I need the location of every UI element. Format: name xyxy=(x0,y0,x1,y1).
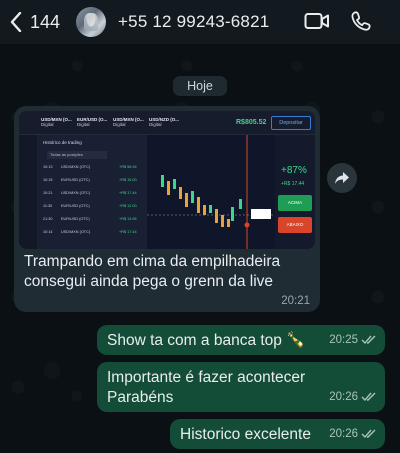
unread-count: 144 xyxy=(30,11,61,32)
history-row: 21:30 EUR/USD (OTC) +R$ 13.96 xyxy=(43,217,137,221)
outgoing-message[interactable]: Show ta com a banca top 🍾 20:25 xyxy=(97,325,385,355)
avatar[interactable] xyxy=(76,7,107,37)
trading-history-panel: Histórico de trading Todas as posições 1… xyxy=(37,135,147,249)
trading-topbar: USD/MXN (O... Digital EUR/USD (O... Digita… xyxy=(19,111,315,135)
message-meta: 20:26 xyxy=(329,424,377,444)
forward-icon xyxy=(335,172,349,184)
trading-balance: R$805.52 xyxy=(236,119,267,126)
message-text: Historico excelente xyxy=(180,426,311,443)
history-title: Histórico de trading xyxy=(43,140,82,145)
trading-up-button: ACIMA xyxy=(278,195,312,211)
message-time: 20:26 xyxy=(329,428,358,440)
history-filter: Todas as posições xyxy=(47,151,107,159)
history-row: 11:30 EUR/USD (OTC) +R$ 12.00 xyxy=(43,204,137,208)
contact-name[interactable]: +55 12 99243-6821 xyxy=(118,12,269,32)
forward-button[interactable] xyxy=(327,163,357,193)
message-time: 20:26 xyxy=(329,391,358,403)
chat-header: 144 +55 12 99243-6821 xyxy=(0,0,400,44)
trading-tab: USD/MXN (O... Digital xyxy=(41,117,72,127)
double-check-icon xyxy=(361,335,376,345)
double-check-icon xyxy=(361,392,376,402)
trading-down-button: ABAIXO xyxy=(278,217,312,233)
history-row: 10:14 USD/MXN (OTC) +R$ 17.44 xyxy=(43,230,137,234)
back-button[interactable]: 144 xyxy=(10,12,60,33)
message-caption: Trampando em cima da empilhadeira conseg… xyxy=(24,253,281,290)
outgoing-message[interactable]: Importante é fazer acontecer Parabéns 20… xyxy=(97,362,385,412)
trading-order-panel: +87% +R$ 17.44 ACIMA ABAIXO xyxy=(275,135,315,249)
history-row: 10:21 USD/MXN (OTC) +R$ 17.44 xyxy=(43,191,137,195)
payout-value: +R$ 17.44 xyxy=(281,181,305,187)
message-time: 20:25 xyxy=(329,334,358,346)
double-check-icon xyxy=(361,429,376,439)
phone-icon[interactable] xyxy=(350,10,372,37)
history-row: 10:15 EUR/USD (OTC) +R$ 15.00 xyxy=(43,178,137,182)
outgoing-message[interactable]: Historico excelente 20:26 xyxy=(170,419,385,449)
trading-deposit-button: Depositar xyxy=(271,116,311,130)
trading-screenshot[interactable]: USD/MXN (O... Digital EUR/USD (O... Digita… xyxy=(19,111,315,249)
date-chip: Hoje xyxy=(173,76,227,96)
trading-tab: EUR/USD (O... Digital xyxy=(77,117,108,127)
message-text: Importante é fazer acontecer Parabéns xyxy=(107,369,306,406)
message-time: 20:21 xyxy=(281,295,310,307)
payout-percent: +87% xyxy=(281,165,307,176)
history-row: 10:13 USD/MXN (OTC) +R$ 56.94 xyxy=(43,165,137,169)
incoming-message[interactable]: USD/MXN (O... Digital EUR/USD (O... Digita… xyxy=(14,106,320,312)
message-meta: 20:26 xyxy=(329,387,377,407)
trading-sidebar xyxy=(19,135,37,249)
message-meta: 20:25 xyxy=(329,330,377,350)
message-text: Show ta com a banca top 🍾 xyxy=(107,332,306,349)
video-call-icon[interactable] xyxy=(304,10,330,37)
trading-candle-chart xyxy=(147,135,275,249)
chevron-left-icon xyxy=(10,12,22,32)
trading-tab: USD/NZD (O... Digital xyxy=(149,117,179,127)
trading-tab: USD/MXN (O... Digital xyxy=(113,117,144,127)
